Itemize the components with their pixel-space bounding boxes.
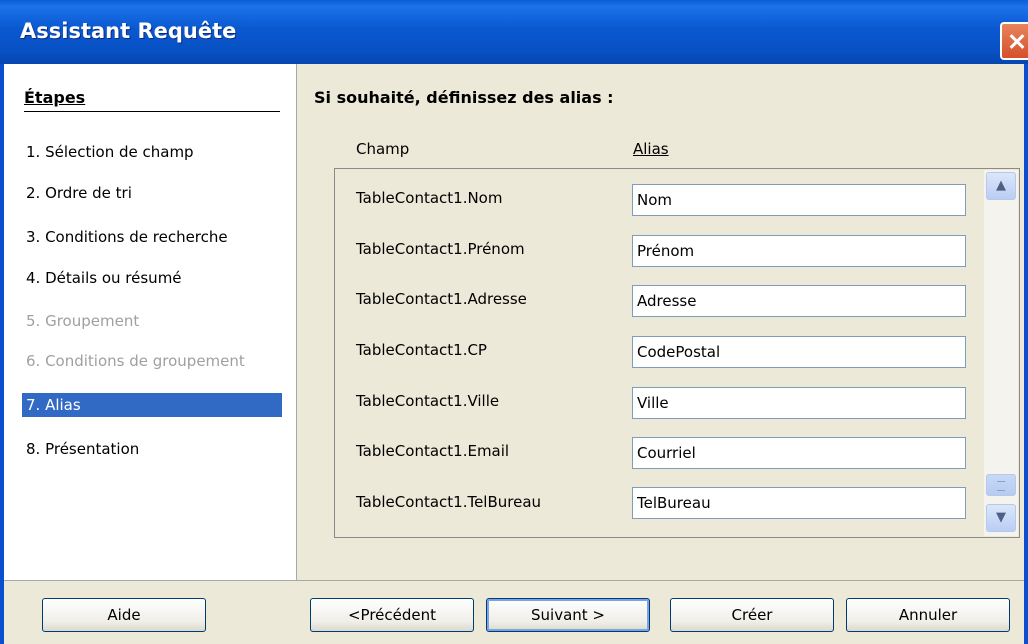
scrollbar-thumb[interactable] bbox=[986, 474, 1016, 496]
field-label: TableContact1.CP bbox=[356, 341, 487, 359]
steps-title: Étapes bbox=[24, 88, 86, 107]
previous-button[interactable]: <Précédent bbox=[310, 598, 474, 632]
step-grouping-conditions: 6. Conditions de groupement bbox=[26, 352, 245, 370]
create-button[interactable]: Créer bbox=[670, 598, 834, 632]
step-sort-order[interactable]: 2. Ordre de tri bbox=[22, 181, 282, 205]
window-frame-right bbox=[1024, 64, 1028, 644]
field-label: TableContact1.Adresse bbox=[356, 290, 527, 308]
field-label: TableContact1.Nom bbox=[356, 189, 503, 207]
alias-input-ville[interactable] bbox=[632, 387, 966, 419]
step-field-selection[interactable]: 1. Sélection de champ bbox=[22, 140, 282, 164]
alias-input-prenom[interactable] bbox=[632, 235, 966, 267]
vertical-scrollbar[interactable]: ▲ ▼ bbox=[984, 170, 1018, 536]
step-presentation[interactable]: 8. Présentation bbox=[22, 437, 282, 461]
window-title: Assistant Requête bbox=[20, 19, 237, 43]
content-title: Si souhaité, définissez des alias : bbox=[314, 88, 614, 107]
step-grouping: 5. Groupement bbox=[26, 312, 140, 330]
alias-input-nom[interactable] bbox=[632, 184, 966, 216]
chevron-down-icon[interactable]: ▼ bbox=[986, 504, 1016, 532]
step-details-summary[interactable]: 4. Détails ou résumé bbox=[22, 266, 282, 290]
alias-input-email[interactable] bbox=[632, 437, 966, 469]
step-search-conditions[interactable]: 3. Conditions de recherche bbox=[22, 225, 282, 249]
alias-input-cp[interactable] bbox=[632, 336, 966, 368]
cancel-button[interactable]: Annuler bbox=[846, 598, 1010, 632]
column-header-alias: Alias bbox=[633, 140, 669, 158]
field-label: TableContact1.Email bbox=[356, 442, 510, 460]
steps-title-rule bbox=[24, 111, 280, 112]
title-bar: Assistant Requête bbox=[0, 0, 1028, 64]
help-button[interactable]: Aide bbox=[42, 598, 206, 632]
next-button[interactable]: Suivant > bbox=[486, 598, 650, 632]
alias-input-adresse[interactable] bbox=[632, 285, 966, 317]
column-header-field: Champ bbox=[356, 140, 410, 158]
field-label: TableContact1.Ville bbox=[356, 392, 500, 410]
chevron-up-icon[interactable]: ▲ bbox=[986, 172, 1016, 200]
step-alias[interactable]: 7. Alias bbox=[22, 393, 282, 417]
field-label: TableContact1.Prénom bbox=[356, 240, 525, 258]
field-label: TableContact1.TelBureau bbox=[356, 493, 542, 511]
alias-input-telbureau[interactable] bbox=[632, 487, 966, 519]
close-icon[interactable] bbox=[1000, 22, 1028, 60]
